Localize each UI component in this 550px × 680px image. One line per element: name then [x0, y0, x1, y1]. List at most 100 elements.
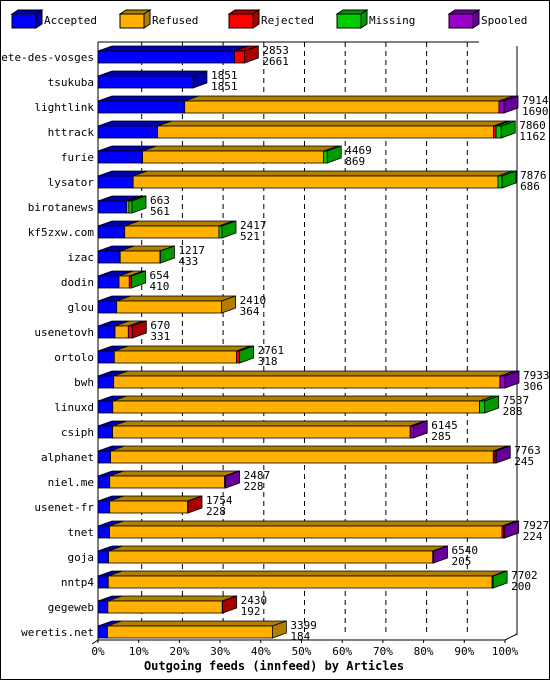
bar-segment-refused — [110, 450, 494, 464]
bar-segment-top-refused — [107, 595, 237, 602]
accepted-label: 2661 — [262, 55, 289, 68]
x-tick-label: 90% — [454, 645, 474, 658]
bar-segment-refused — [184, 100, 500, 114]
bar-segment-rejected — [127, 325, 133, 339]
x-tick-label: 70% — [373, 645, 393, 658]
bar-segment-refused — [109, 475, 226, 489]
x-tick-label: 100% — [492, 645, 519, 658]
bar-segment-top-refused — [110, 445, 508, 452]
bar-segment-refused — [107, 600, 223, 614]
accepted-label: 410 — [150, 280, 170, 293]
accepted-label: 521 — [240, 230, 260, 243]
accepted-label: 561 — [150, 205, 170, 218]
x-tick-label: 0% — [91, 645, 105, 658]
bar-segment-top-accepted — [97, 45, 249, 52]
bar-segment-top-refused — [107, 620, 287, 627]
bar-segment-top-refused — [108, 545, 447, 552]
bar-segment-spooled — [498, 100, 505, 114]
bar-segment-spooled — [409, 425, 414, 439]
category-label: usenetovh — [34, 326, 94, 339]
bar-segment-top-refused — [112, 395, 494, 402]
accepted-label: 200 — [511, 580, 531, 593]
accepted-label: 285 — [431, 430, 451, 443]
bar-segment-accepted — [97, 300, 118, 314]
legend-swatch — [336, 13, 362, 29]
bar-segment-rejected — [234, 50, 245, 64]
bar-segment-refused — [109, 525, 503, 539]
accepted-label: 686 — [520, 180, 540, 193]
accepted-label: 184 — [290, 630, 310, 643]
bar-segment-accepted — [97, 325, 116, 339]
bar-segment-refused — [108, 550, 434, 564]
category-label: goja — [68, 551, 95, 564]
x-tick-label: 80% — [414, 645, 434, 658]
bar-segment-refused — [157, 125, 494, 139]
bar-segment-accepted — [97, 350, 115, 364]
bar-segment-accepted — [97, 125, 159, 139]
accepted-label: 1690 — [522, 105, 549, 118]
bar-segment-top-accepted — [97, 95, 199, 102]
legend-label-refused: Refused — [152, 14, 198, 27]
bar-segment-top-refused — [113, 370, 515, 377]
bar-segment-accepted — [97, 525, 110, 539]
legend-swatch — [11, 13, 37, 29]
bar-segment-refused — [124, 225, 220, 239]
bar-segment-top-refused — [124, 220, 234, 227]
bar-segment-accepted — [97, 275, 120, 289]
category-label: lysator — [48, 176, 95, 189]
bar-segment-refused — [113, 375, 501, 389]
chart: Accepted Refused Rejected Missing Spooled be… — [0, 0, 550, 680]
bar-segment-accepted — [97, 425, 114, 439]
bar-segment-top-refused — [109, 520, 517, 527]
category-label: niel.me — [48, 476, 94, 489]
bar-segment-refused — [107, 625, 273, 639]
category-label: usenet-fr — [34, 501, 94, 514]
category-label: izac — [68, 251, 95, 264]
category-label: dodin — [61, 276, 94, 289]
accepted-label: 288 — [503, 405, 523, 418]
bar-segment-accepted — [97, 500, 111, 514]
bar-segment-top-refused — [142, 145, 338, 152]
bar-segment-top-refused — [116, 295, 236, 302]
bar-segment-missing — [323, 150, 328, 164]
category-label: birotanews — [28, 201, 94, 214]
accepted-label: 192 — [241, 605, 261, 618]
accepted-label: 228 — [244, 480, 264, 493]
category-label: nntp4 — [61, 576, 94, 589]
accepted-label: 364 — [240, 305, 260, 318]
x-tick-label: 30% — [210, 645, 230, 658]
category-label: tnet — [68, 526, 95, 539]
bar-segment-accepted — [97, 100, 186, 114]
bar-segment-missing — [479, 400, 486, 414]
bar-segment-accepted — [97, 475, 111, 489]
bar-segment-top-refused — [114, 345, 251, 352]
bar-segment-accepted — [97, 50, 235, 64]
bar-segment-refused — [112, 400, 480, 414]
accepted-label: 318 — [258, 355, 278, 368]
accepted-label: 1851 — [211, 80, 238, 93]
bar-segment-refused — [112, 425, 411, 439]
bar-segment-accepted — [97, 550, 109, 564]
legend-label-spooled: Spooled — [481, 14, 527, 27]
accepted-label: 306 — [523, 380, 543, 393]
bar-segment-missing — [218, 225, 223, 239]
bar-segment-missing — [495, 125, 502, 139]
accepted-label: 869 — [345, 155, 365, 168]
bar-segment-top-refused — [108, 570, 507, 577]
category-label: linuxd — [54, 401, 94, 414]
legend-label-missing: Missing — [369, 14, 415, 27]
category-label: weretis.net — [21, 626, 94, 639]
legend-swatch — [228, 13, 254, 29]
accepted-label: 331 — [150, 330, 170, 343]
accepted-label: 1162 — [519, 130, 546, 143]
bar-segment-refused — [116, 300, 223, 314]
bar-segment-refused — [107, 575, 493, 589]
bar-segment-missing — [128, 200, 133, 214]
bar-segment-accepted — [97, 75, 194, 89]
bar-segment-top-refused — [109, 470, 239, 477]
category-label: alphanet — [41, 451, 94, 464]
bar-segment-refused — [113, 350, 237, 364]
category-label: bete-des-vosges — [0, 51, 94, 64]
bar-segment-top-refused — [112, 420, 425, 427]
category-label: bwh — [74, 376, 94, 389]
